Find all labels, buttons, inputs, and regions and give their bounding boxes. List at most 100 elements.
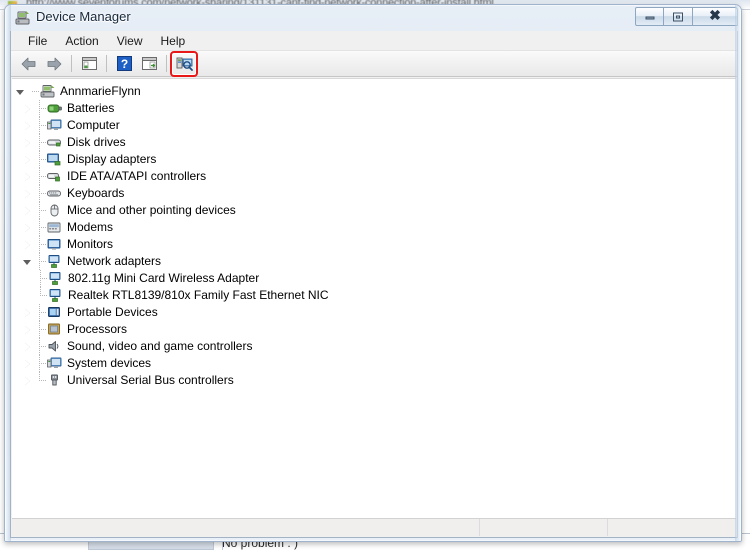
tree-connector-h bbox=[40, 295, 47, 296]
tree-node-network-adapters[interactable]: Network adapters bbox=[12, 253, 736, 270]
menu-action[interactable]: Action bbox=[56, 32, 107, 50]
tree-node-keyboards[interactable]: Keyboards bbox=[12, 185, 736, 202]
chevron-right-icon bbox=[24, 359, 30, 368]
tree-node-computer[interactable]: Computer bbox=[12, 117, 736, 134]
tree-node-label: 802.11g Mini Card Wireless Adapter bbox=[68, 271, 260, 285]
network-device-icon bbox=[46, 288, 64, 304]
tree-node-label: Network adapters bbox=[67, 254, 162, 268]
tree-connector-h bbox=[39, 329, 46, 330]
tree-node-display-adapters[interactable]: Display adapters bbox=[12, 151, 736, 168]
tree-connector bbox=[35, 151, 46, 168]
statusbar-pane-2 bbox=[480, 519, 608, 536]
toolbar-separator-3 bbox=[166, 55, 167, 72]
tree-connector-h bbox=[39, 227, 46, 228]
expand-toggle-sound-video-game[interactable] bbox=[19, 338, 35, 355]
display-adapter-icon bbox=[45, 152, 63, 168]
tree-connector bbox=[36, 270, 47, 287]
mouse-icon bbox=[45, 203, 63, 219]
expand-toggle-keyboards[interactable] bbox=[19, 185, 35, 202]
tree-node-portable-devices[interactable]: Portable Devices bbox=[12, 304, 736, 321]
tree-node-label: Sound, video and game controllers bbox=[67, 339, 253, 353]
computer-icon bbox=[45, 118, 63, 134]
network-adapter-icon bbox=[45, 254, 63, 270]
show-hide-console-tree-button[interactable] bbox=[77, 53, 101, 75]
maximize-button[interactable] bbox=[664, 7, 693, 26]
tree-node-label: Computer bbox=[67, 118, 120, 132]
tree-connector-h bbox=[39, 193, 46, 194]
device-tree[interactable]: AnnmarieFlynn Batteries Computer Disk dr… bbox=[12, 78, 736, 518]
expand-toggle-system-devices[interactable] bbox=[19, 355, 35, 372]
window-titlebar[interactable]: Device Manager ✖ bbox=[5, 5, 741, 31]
chevron-right-icon bbox=[24, 342, 30, 351]
tree-node-mice[interactable]: Mice and other pointing devices bbox=[12, 202, 736, 219]
chevron-right-icon bbox=[24, 376, 30, 385]
speaker-icon bbox=[45, 339, 63, 355]
tree-connector bbox=[35, 100, 46, 117]
chevron-right-icon bbox=[24, 189, 30, 198]
tree-node-monitors[interactable]: Monitors bbox=[12, 236, 736, 253]
tree-connector bbox=[35, 134, 46, 151]
tree-connector-h bbox=[32, 91, 39, 92]
expand-toggle-disk-drives[interactable] bbox=[19, 134, 35, 151]
expand-toggle-processors[interactable] bbox=[19, 321, 35, 338]
minimize-button[interactable] bbox=[635, 7, 664, 26]
chevron-right-icon bbox=[24, 155, 30, 164]
expand-toggle-computer[interactable] bbox=[19, 117, 35, 134]
expand-toggle-modems[interactable] bbox=[19, 219, 35, 236]
close-icon: ✖ bbox=[709, 8, 721, 24]
tree-node-root[interactable]: AnnmarieFlynn bbox=[12, 83, 736, 100]
tree-node-wireless-adapter[interactable]: 802.11g Mini Card Wireless Adapter bbox=[12, 270, 736, 287]
tree-node-label: Realtek RTL8139/810x Family Fast Etherne… bbox=[68, 288, 329, 302]
toolbar-separator-1 bbox=[71, 55, 72, 72]
expand-toggle-display-adapters[interactable] bbox=[19, 151, 35, 168]
tree-connector bbox=[35, 253, 46, 270]
close-button[interactable]: ✖ bbox=[693, 7, 738, 26]
expand-toggle-usb-controllers[interactable] bbox=[19, 372, 35, 389]
tree-connector bbox=[35, 219, 46, 236]
network-device-icon bbox=[46, 271, 64, 287]
menu-view[interactable]: View bbox=[108, 32, 152, 50]
window-controls: ✖ bbox=[635, 7, 738, 26]
expand-toggle-mice[interactable] bbox=[19, 202, 35, 219]
tree-node-label: Universal Serial Bus controllers bbox=[67, 373, 234, 387]
tree-connector bbox=[35, 117, 46, 134]
forward-arrow-icon bbox=[47, 57, 62, 70]
portable-device-icon bbox=[45, 305, 63, 321]
processor-icon bbox=[45, 322, 63, 338]
properties-button[interactable] bbox=[137, 53, 161, 75]
forward-button[interactable] bbox=[42, 53, 66, 75]
back-button[interactable] bbox=[17, 53, 41, 75]
scan-hardware-icon bbox=[176, 57, 193, 71]
menu-file[interactable]: File bbox=[19, 32, 56, 50]
tree-connector-h bbox=[39, 176, 46, 177]
expand-toggle-ide-controllers[interactable] bbox=[19, 168, 35, 185]
chevron-right-icon bbox=[24, 172, 30, 181]
help-button[interactable]: ? bbox=[112, 53, 136, 75]
tree-node-sound-video-game[interactable]: Sound, video and game controllers bbox=[12, 338, 736, 355]
expand-toggle-monitors[interactable] bbox=[19, 236, 35, 253]
tree-connector bbox=[36, 287, 47, 304]
tree-node-realtek-nic[interactable]: Realtek RTL8139/810x Family Fast Etherne… bbox=[12, 287, 736, 304]
scan-for-hardware-changes-button[interactable] bbox=[170, 50, 198, 77]
maximize-icon bbox=[673, 12, 683, 21]
tree-connector bbox=[35, 185, 46, 202]
tree-node-batteries[interactable]: Batteries bbox=[12, 100, 736, 117]
disk-drive-icon bbox=[45, 135, 63, 151]
tree-node-processors[interactable]: Processors bbox=[12, 321, 736, 338]
tree-node-disk-drives[interactable]: Disk drives bbox=[12, 134, 736, 151]
root-expand-toggle[interactable] bbox=[12, 83, 28, 100]
tree-node-ide-controllers[interactable]: IDE ATA/ATAPI controllers bbox=[12, 168, 736, 185]
tree-node-system-devices[interactable]: System devices bbox=[12, 355, 736, 372]
expand-toggle-network-adapters[interactable] bbox=[19, 253, 35, 270]
menu-help[interactable]: Help bbox=[152, 32, 195, 50]
expand-toggle-portable-devices[interactable] bbox=[19, 304, 35, 321]
tree-connector bbox=[35, 355, 46, 372]
tree-node-usb-controllers[interactable]: Universal Serial Bus controllers bbox=[12, 372, 736, 389]
expand-toggle-batteries[interactable] bbox=[19, 100, 35, 117]
tree-node-modems[interactable]: Modems bbox=[12, 219, 736, 236]
chevron-right-icon bbox=[24, 121, 30, 130]
tree-connector-h bbox=[39, 363, 46, 364]
tree-connector bbox=[35, 168, 46, 185]
device-manager-window: Device Manager ✖ File Action View Help ?… bbox=[4, 4, 742, 542]
menubar: File Action View Help bbox=[11, 31, 737, 51]
